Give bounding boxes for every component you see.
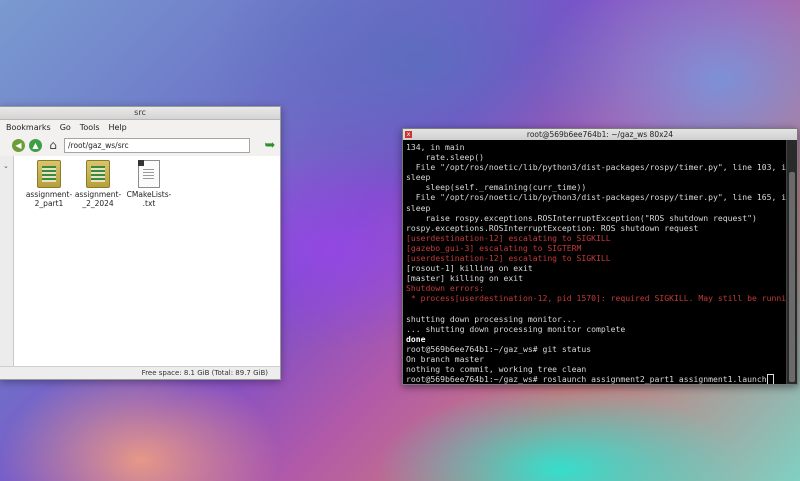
terminal-line: [userdestination-12] escalating to SIGKI…: [406, 253, 611, 264]
terminal-output[interactable]: 134, in main rate.sleep() File "/opt/ros…: [403, 140, 787, 384]
menu-help[interactable]: Help: [109, 123, 127, 132]
toolbar: ◀ ▲ ⌂ ➥: [0, 134, 280, 157]
file-manager-body: ⌄ assignment- 2_part1 assignment- _2_202…: [0, 156, 280, 367]
terminal-line: shutting down processing monitor...: [406, 313, 577, 324]
back-icon[interactable]: ◀: [12, 138, 25, 152]
terminal-line: [master] killing on exit: [406, 273, 523, 284]
terminal-line: rate.sleep(): [406, 152, 484, 163]
scrollbar-thumb[interactable]: [789, 172, 795, 382]
menu-go[interactable]: Go: [60, 123, 71, 132]
file-label-line1: assignment-: [74, 190, 122, 199]
file-view[interactable]: assignment- 2_part1 assignment- _2_2024 …: [14, 156, 280, 367]
location-input[interactable]: [64, 137, 250, 153]
terminal-line: [rosout-1] killing on exit: [406, 263, 533, 274]
terminal-line: done: [406, 333, 426, 344]
menu-bookmarks[interactable]: Bookmarks: [6, 123, 51, 132]
terminal-line: root@569b6ee764b1:~/gaz_ws# roslaunch as…: [406, 374, 784, 384]
up-arrow-icon[interactable]: ▲: [29, 138, 42, 152]
terminal-line: [gazebo_gui-3] escalating to SIGTERM: [406, 242, 582, 253]
window-title: src: [0, 107, 280, 120]
terminal-line: sleep: [406, 202, 431, 213]
terminal-line: On branch master: [406, 353, 484, 364]
folder-package-icon: [86, 160, 110, 188]
terminal-title-bar[interactable]: x root@569b6ee764b1: ~/gaz_ws 80x24: [403, 129, 797, 140]
home-icon[interactable]: ⌂: [46, 138, 60, 152]
file-item[interactable]: assignment- 2_part1: [24, 160, 74, 208]
terminal-line: raise rospy.exceptions.ROSInterruptExcep…: [406, 212, 757, 223]
terminal-scrollbar[interactable]: [786, 140, 797, 384]
close-icon[interactable]: x: [405, 131, 412, 138]
status-bar: Free space: 8.1 GiB (Total: 89.7 GiB): [0, 366, 280, 379]
terminal-line: sleep: [406, 172, 431, 183]
terminal-line: File "/opt/ros/noetic/lib/python3/dist-p…: [406, 162, 787, 173]
file-manager-window: src Bookmarks Go Tools Help ◀ ▲ ⌂ ➥ ⌄ as…: [0, 106, 281, 380]
side-pane[interactable]: ⌄: [0, 156, 14, 367]
file-item[interactable]: assignment- _2_2024: [73, 160, 123, 208]
terminal-line: Shutdown errors:: [406, 283, 484, 294]
file-label-line2: _2_2024: [82, 199, 114, 208]
file-item[interactable]: CMakeLists- .txt: [124, 160, 174, 208]
terminal-line: rospy.exceptions.ROSInterruptException: …: [406, 222, 699, 233]
menu-tools[interactable]: Tools: [80, 123, 100, 132]
terminal-line: [userdestination-12] escalating to SIGKI…: [406, 232, 611, 243]
text-cursor: [766, 374, 774, 384]
terminal-line: root@569b6ee764b1:~/gaz_ws# git status: [406, 343, 592, 354]
go-arrow-icon[interactable]: ➥: [262, 138, 278, 153]
terminal-line: sleep(self._remaining(curr_time)): [406, 182, 587, 193]
terminal-window[interactable]: x root@569b6ee764b1: ~/gaz_ws 80x24 134,…: [402, 128, 798, 385]
terminal-line: nothing to commit, working tree clean: [406, 364, 587, 375]
terminal-line: ... shutting down processing monitor com…: [406, 323, 626, 334]
chevron-down-icon[interactable]: ⌄: [0, 156, 13, 170]
terminal-line: 134, in main: [406, 142, 465, 152]
terminal-line: * process[userdestination-12, pid 1570]:…: [406, 293, 787, 304]
file-label-line2: 2_part1: [34, 199, 64, 208]
file-label-line1: assignment-: [25, 190, 73, 199]
terminal-line: File "/opt/ros/noetic/lib/python3/dist-p…: [406, 192, 787, 203]
file-label-line1: CMakeLists-: [126, 190, 172, 199]
text-file-icon: [138, 160, 160, 188]
file-label-line2: .txt: [142, 199, 156, 208]
terminal-title: root@569b6ee764b1: ~/gaz_ws 80x24: [526, 130, 674, 139]
folder-package-icon: [37, 160, 61, 188]
menu-bar: Bookmarks Go Tools Help: [0, 120, 280, 134]
